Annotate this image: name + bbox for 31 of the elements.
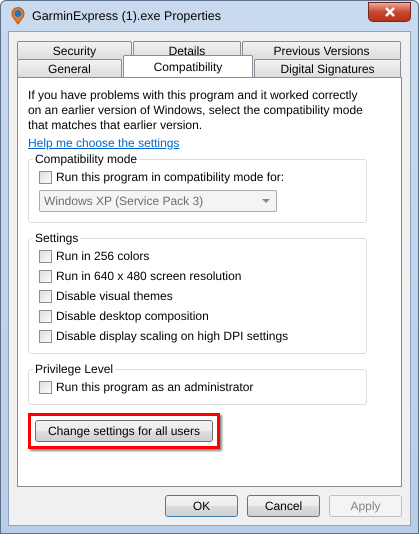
close-icon bbox=[384, 7, 396, 17]
checkbox[interactable] bbox=[39, 270, 52, 282]
dialog-button[interactable]: Cancel bbox=[247, 495, 320, 517]
checkbox-label: Disable visual themes bbox=[56, 289, 173, 303]
group-title: Privilege Level bbox=[34, 362, 114, 376]
change-settings-button[interactable]: Change settings for all users bbox=[35, 420, 213, 442]
checkbox-label: Run in 640 x 480 screen resolution bbox=[56, 269, 242, 283]
checkbox[interactable] bbox=[39, 290, 52, 302]
checkbox-label: Run this program in compatibility mode for: bbox=[56, 170, 284, 184]
dialog-button[interactable]: OK bbox=[165, 495, 238, 517]
checkbox-label: Disable desktop composition bbox=[56, 309, 209, 323]
checkbox[interactable] bbox=[39, 310, 52, 322]
tab[interactable]: Security bbox=[17, 41, 132, 59]
checkbox-label: Run in 256 colors bbox=[56, 249, 150, 263]
window-title: GarminExpress (1).exe Properties bbox=[32, 9, 222, 23]
checkbox[interactable] bbox=[39, 330, 52, 342]
dropdown-arrow-icon bbox=[262, 199, 270, 203]
help-link[interactable]: Help me choose the settings bbox=[28, 136, 180, 150]
checkbox-label: Run this program as an administrator bbox=[56, 380, 254, 394]
close-button[interactable] bbox=[368, 2, 411, 22]
intro-text: If you have problems with this program and it worked correctly on an earlier version of Windows, select the compatibility mode that matches that earlier version. bbox=[28, 88, 364, 133]
tab[interactable]: General bbox=[17, 59, 122, 77]
checkbox[interactable] bbox=[39, 170, 52, 184]
tab[interactable]: Digital Signatures bbox=[254, 59, 401, 77]
checkbox-label: Disable display scaling on high DPI settings bbox=[56, 329, 288, 343]
checkbox[interactable] bbox=[39, 250, 52, 262]
group-title: Compatibility mode bbox=[34, 152, 138, 166]
tab[interactable]: Compatibility bbox=[122, 55, 254, 77]
checkbox[interactable] bbox=[39, 380, 52, 394]
tab[interactable]: Previous Versions bbox=[242, 41, 401, 59]
group-title: Settings bbox=[34, 231, 80, 245]
